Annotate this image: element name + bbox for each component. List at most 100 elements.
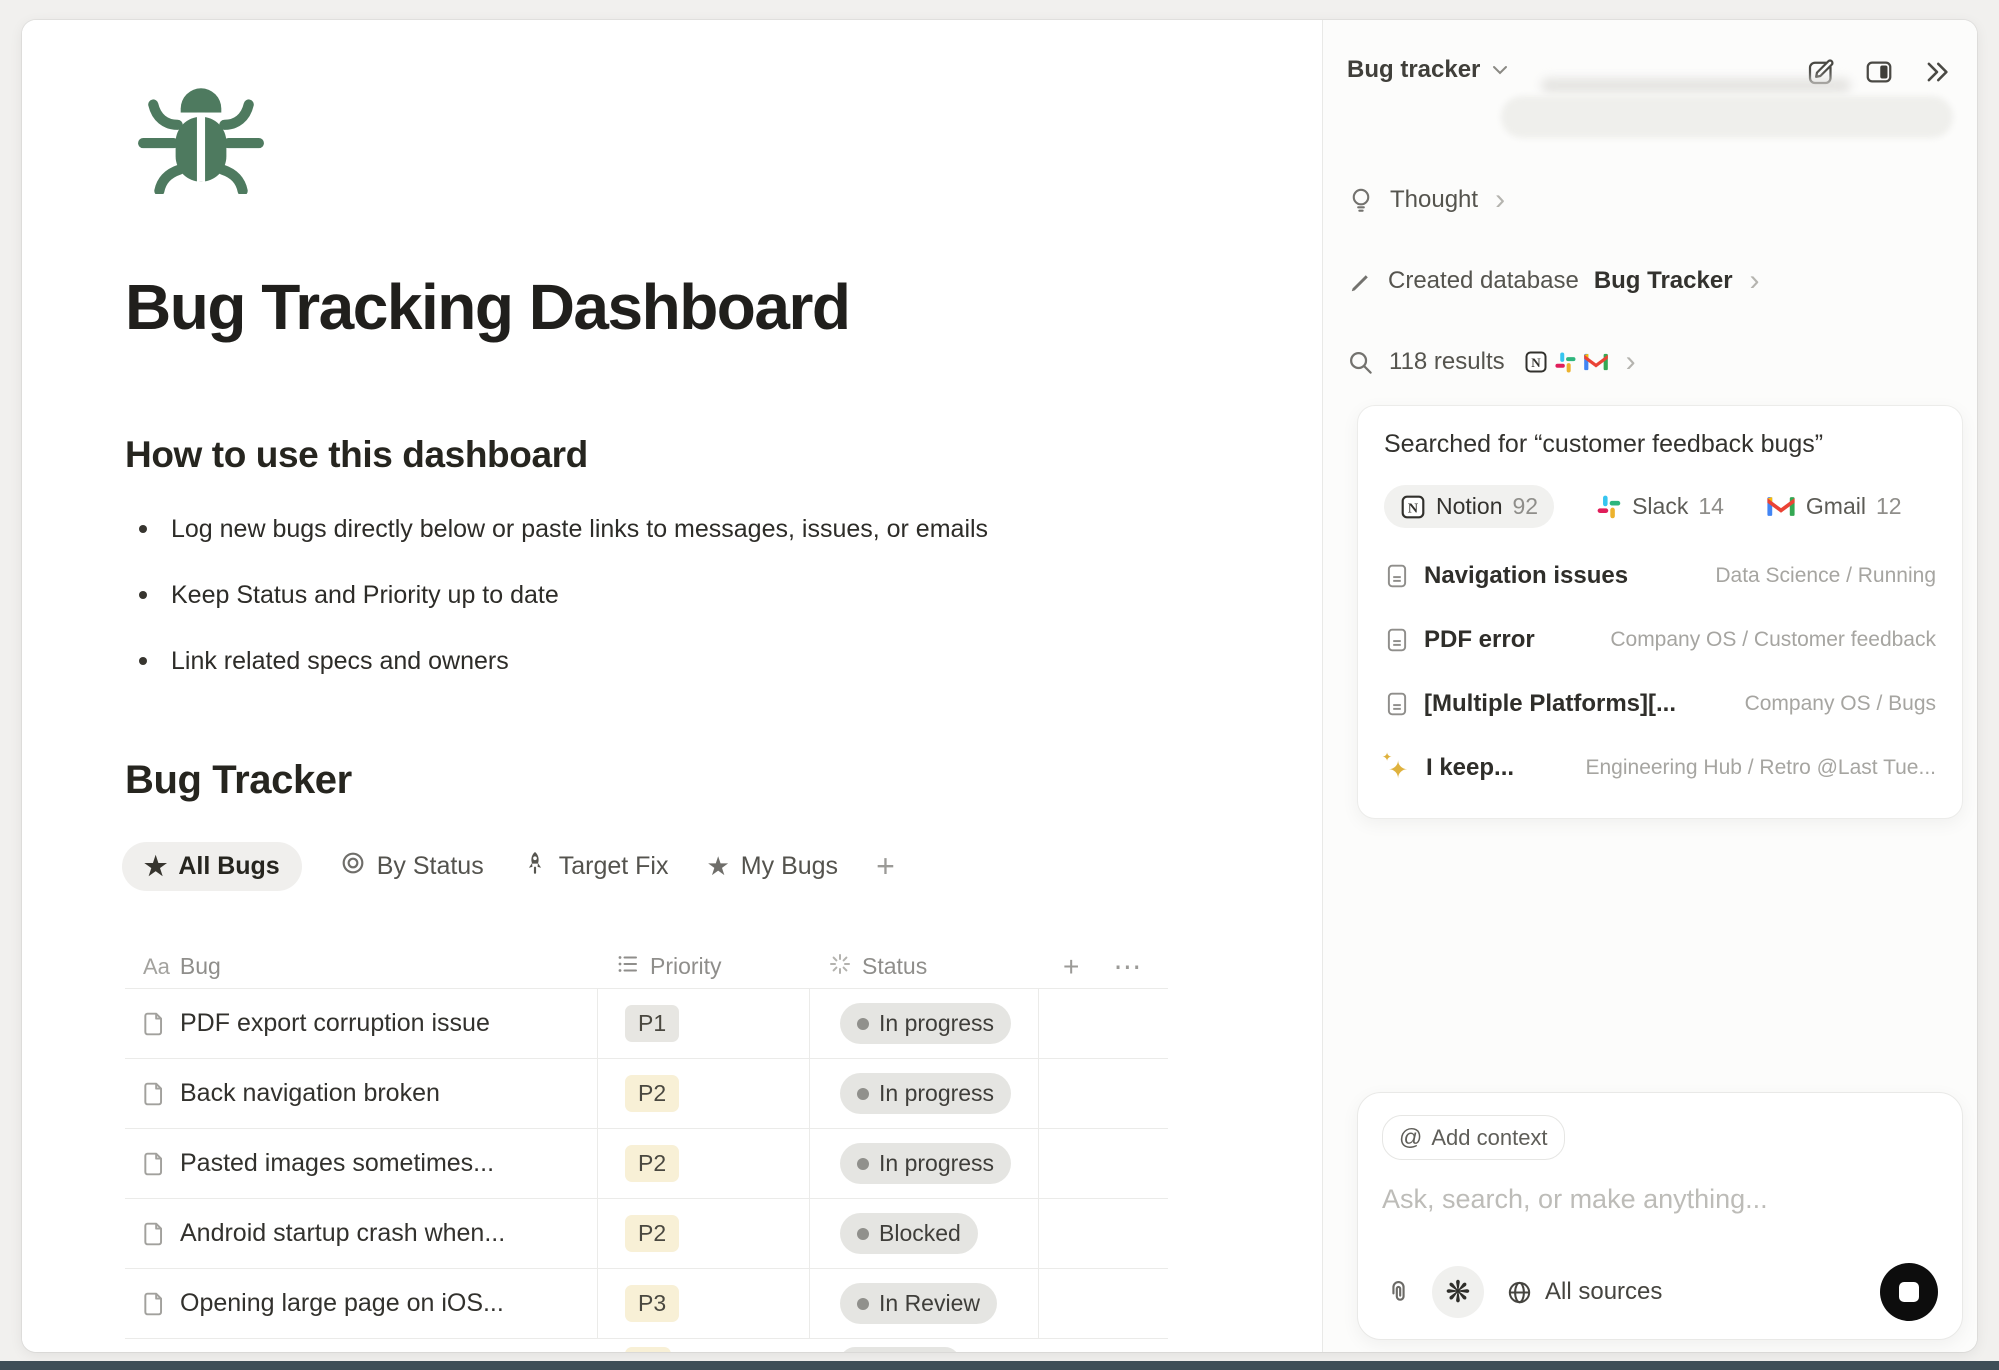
priority-badge: [625, 1347, 671, 1352]
status-pill: In progress: [840, 1073, 1011, 1114]
bug-name-cell[interactable]: Back navigation broken: [125, 1059, 598, 1128]
priority-badge: P3: [625, 1285, 679, 1322]
doc-icon: [1384, 691, 1410, 717]
priority-badge: P1: [625, 1005, 679, 1042]
status-dot-icon: [857, 1298, 869, 1310]
result-meta: Company OS / Bugs: [1745, 692, 1936, 716]
page-icon: [141, 1151, 167, 1177]
status-cell[interactable]: Blocked: [810, 1199, 1039, 1268]
add-context-label: Add context: [1431, 1125, 1547, 1151]
open-panel-button[interactable]: [1863, 56, 1895, 88]
tab-label: Target Fix: [559, 852, 669, 881]
list-item: Link related specs and owners: [125, 642, 1225, 680]
table-row: Back navigation broken P2 In progress: [125, 1058, 1168, 1128]
source-count: 14: [1698, 493, 1724, 520]
source-name: Slack: [1632, 493, 1688, 520]
bug-name-cell[interactable]: PDF export corruption issue: [125, 989, 598, 1058]
status-cell: [810, 1339, 1039, 1352]
priority-cell[interactable]: P3: [598, 1269, 810, 1338]
search-result-row[interactable]: Navigation issues Data Science / Running: [1384, 544, 1936, 608]
bug-title: Back navigation broken: [180, 1079, 440, 1108]
assistant-title-dropdown[interactable]: Bug tracker: [1347, 56, 1508, 84]
empty-cell: [1039, 1129, 1168, 1198]
bullet-text: Link related specs and owners: [171, 647, 509, 676]
column-header-priority[interactable]: Priority: [598, 945, 810, 988]
svg-text:N: N: [1531, 355, 1541, 370]
source-gmail[interactable]: Gmail 12: [1766, 493, 1902, 520]
bug-name-cell[interactable]: Opening large page on iOS...: [125, 1269, 598, 1338]
page-icon: [141, 1081, 167, 1107]
text-property-icon: Aa: [143, 954, 170, 980]
composer-toolbar: ❋ All sources: [1382, 1263, 1938, 1321]
add-context-button[interactable]: @ Add context: [1382, 1115, 1565, 1160]
column-label: Status: [862, 953, 927, 980]
bug-name-cell[interactable]: Pasted images sometimes...: [125, 1129, 598, 1198]
result-title: PDF error: [1424, 626, 1535, 654]
page-icon: [141, 1011, 167, 1037]
page-title: Bug Tracking Dashboard: [125, 270, 849, 344]
result-title: [Multiple Platforms][...: [1424, 690, 1676, 718]
priority-cell[interactable]: P2: [598, 1059, 810, 1128]
status-pill: In progress: [840, 1143, 1011, 1184]
step-thought[interactable]: Thought ›: [1347, 178, 1505, 222]
status-cell[interactable]: In progress: [810, 1129, 1039, 1198]
page-bug-icon[interactable]: [135, 78, 267, 199]
tab-all-bugs[interactable]: ★ All Bugs: [122, 842, 302, 891]
desktop-edge-bar: [0, 1361, 1999, 1370]
bug-title: PDF export corruption issue: [180, 1009, 490, 1038]
column-header-bug[interactable]: Aa Bug: [125, 945, 598, 988]
bullet-dot: [139, 657, 147, 665]
status-cell[interactable]: In progress: [810, 989, 1039, 1058]
search-result-row[interactable]: PDF error Company OS / Customer feedback: [1384, 608, 1936, 672]
app-window: Bug Tracking Dashboard How to use this d…: [22, 20, 1977, 1352]
chat-composer: @ Add context Ask, search, or make anyth…: [1357, 1092, 1963, 1340]
tab-my-bugs[interactable]: ★ My Bugs: [706, 852, 838, 881]
attach-button[interactable]: [1382, 1276, 1414, 1308]
source-notion[interactable]: N Notion 92: [1384, 485, 1554, 528]
step-label: Thought: [1390, 186, 1478, 214]
main-page: Bug Tracking Dashboard How to use this d…: [22, 20, 1322, 1352]
priority-cell[interactable]: P2: [598, 1199, 810, 1268]
collapse-panel-button[interactable]: [1921, 56, 1953, 88]
status-cell[interactable]: In Review: [810, 1269, 1039, 1338]
status-pill: Blocked: [840, 1213, 978, 1254]
model-selector-button[interactable]: ❋: [1432, 1266, 1484, 1318]
tab-target-fix[interactable]: Target Fix: [522, 850, 669, 883]
globe-icon: [1506, 1279, 1533, 1306]
status-spinner-icon: [828, 952, 852, 982]
step-created-database[interactable]: Created database Bug Tracker ›: [1347, 259, 1760, 303]
table-row: PDF export corruption issue P1 In progre…: [125, 988, 1168, 1058]
gmail-icon: [1583, 352, 1609, 372]
status-pill: [840, 1347, 960, 1352]
priority-cell[interactable]: P1: [598, 989, 810, 1058]
status-pill: In Review: [840, 1283, 997, 1324]
screenshot-root: { "icons": { "star": "★", "chevron_right…: [0, 0, 1999, 1370]
empty-cell: [1039, 1339, 1168, 1352]
empty-cell: [1039, 1059, 1168, 1128]
chat-input[interactable]: Ask, search, or make anything...: [1382, 1184, 1938, 1215]
chevron-down-icon: [1492, 65, 1508, 75]
search-icon: [1347, 349, 1374, 376]
faded-scroll-bubble: [1501, 96, 1953, 138]
svg-text:N: N: [1408, 500, 1418, 516]
bug-title: Opening large page on iOS...: [180, 1289, 504, 1318]
column-header-status[interactable]: Status: [810, 945, 1039, 988]
empty-cell: [125, 1339, 598, 1352]
step-search-results[interactable]: 118 results N ›: [1347, 340, 1636, 384]
table-more-button[interactable]: ⋯: [1113, 950, 1141, 983]
bug-name-cell[interactable]: Android startup crash when...: [125, 1199, 598, 1268]
tab-by-status[interactable]: By Status: [340, 850, 484, 883]
source-slack[interactable]: Slack 14: [1596, 493, 1724, 520]
status-cell[interactable]: In progress: [810, 1059, 1039, 1128]
priority-cell[interactable]: P2: [598, 1129, 810, 1198]
add-column-button[interactable]: +: [1063, 951, 1079, 983]
source-count: 92: [1512, 493, 1538, 520]
doc-icon: [1384, 627, 1410, 653]
all-sources-button[interactable]: All sources: [1506, 1278, 1662, 1306]
list-icon: [616, 952, 640, 982]
add-view-button[interactable]: +: [876, 848, 895, 885]
tab-label: By Status: [377, 852, 484, 881]
search-result-row[interactable]: ✦ ✦ I keep... Engineering Hub / Retro @L…: [1384, 736, 1936, 800]
stop-button[interactable]: [1880, 1263, 1938, 1321]
search-result-row[interactable]: [Multiple Platforms][... Company OS / Bu…: [1384, 672, 1936, 736]
